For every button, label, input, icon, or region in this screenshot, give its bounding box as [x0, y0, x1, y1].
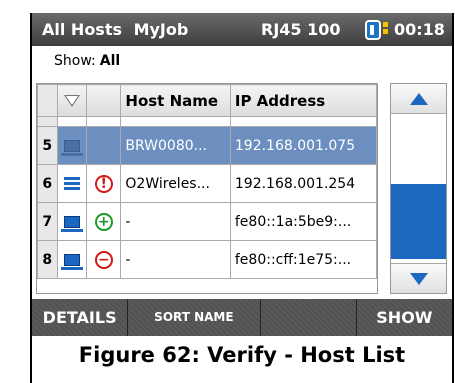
- clock-time: 00:18: [394, 20, 445, 39]
- host-name-cell: BRW0080...: [120, 126, 231, 165]
- filter-header[interactable]: [56, 84, 88, 117]
- table-row-partial: [37, 116, 377, 127]
- row-number: 8: [37, 240, 58, 279]
- computer-icon: [60, 139, 83, 156]
- table-row[interactable]: 8 − - fe80::cff:1e75:...: [37, 240, 377, 279]
- show-button[interactable]: SHOW: [356, 299, 452, 336]
- scroll-up-button[interactable]: [391, 84, 446, 114]
- table-row[interactable]: 7 + - fe80::1a:5be9:...: [37, 202, 377, 241]
- job-name: MyJob: [133, 20, 189, 39]
- host-name-cell: -: [120, 202, 231, 241]
- ip-address-cell: 192.168.001.254: [229, 164, 377, 203]
- warning-icon: !: [94, 174, 113, 193]
- header-host-name[interactable]: Host Name: [120, 84, 231, 117]
- computer-icon: [60, 215, 83, 232]
- show-value: All: [99, 53, 121, 69]
- row-number: 7: [37, 202, 58, 241]
- scrollbar[interactable]: [390, 83, 447, 294]
- filter-icon: [63, 95, 80, 107]
- arrow-down-icon: [410, 273, 428, 285]
- scroll-thumb[interactable]: [391, 184, 446, 259]
- host-table: Host Name IP Address 5 BRW0080... 192.16…: [36, 83, 378, 294]
- softkey-bar: DETAILS SORT NAME SHOW: [32, 299, 452, 336]
- server-icon: [63, 176, 80, 191]
- sort-name-button[interactable]: SORT NAME: [128, 299, 261, 336]
- added-icon: +: [94, 212, 113, 231]
- table-row[interactable]: 5 BRW0080... 192.168.001.075: [37, 126, 377, 165]
- host-name-cell: O2Wireles...: [120, 164, 231, 203]
- link-status: RJ45 100: [261, 20, 341, 39]
- status-bar: All Hosts MyJob RJ45 100 00:18: [32, 13, 452, 46]
- ip-address-cell: fe80::1a:5be9:...: [229, 202, 377, 241]
- host-name-cell: -: [120, 240, 231, 279]
- removed-icon: −: [94, 250, 113, 269]
- details-button[interactable]: DETAILS: [32, 299, 129, 336]
- timer-icon: [383, 22, 389, 38]
- header-ip-address[interactable]: IP Address: [229, 84, 377, 117]
- screen-title: All Hosts: [42, 20, 122, 39]
- ip-address-cell: 192.168.001.075: [229, 126, 377, 165]
- show-filter: Show: All: [54, 53, 120, 69]
- arrow-up-icon: [410, 93, 428, 105]
- device-screen: All Hosts MyJob RJ45 100 00:18 Show: All …: [30, 13, 454, 383]
- computer-icon: [60, 253, 83, 270]
- row-number: 5: [37, 126, 58, 165]
- figure-caption: Figure 62: Verify - Host List: [78, 343, 406, 367]
- blank-softkey[interactable]: [260, 299, 357, 336]
- scroll-down-button[interactable]: [391, 263, 446, 293]
- row-number: 6: [37, 164, 58, 203]
- status-left: All Hosts MyJob: [42, 20, 194, 39]
- table-row[interactable]: 6 ! O2Wireles... 192.168.001.254: [37, 164, 377, 203]
- show-label: Show:: [54, 53, 96, 69]
- battery-icon: [365, 20, 381, 40]
- ip-address-cell: fe80::cff:1e75:...: [229, 240, 377, 279]
- table-header-row: Host Name IP Address: [37, 84, 377, 117]
- header-number: [37, 84, 58, 117]
- header-status: [86, 84, 122, 117]
